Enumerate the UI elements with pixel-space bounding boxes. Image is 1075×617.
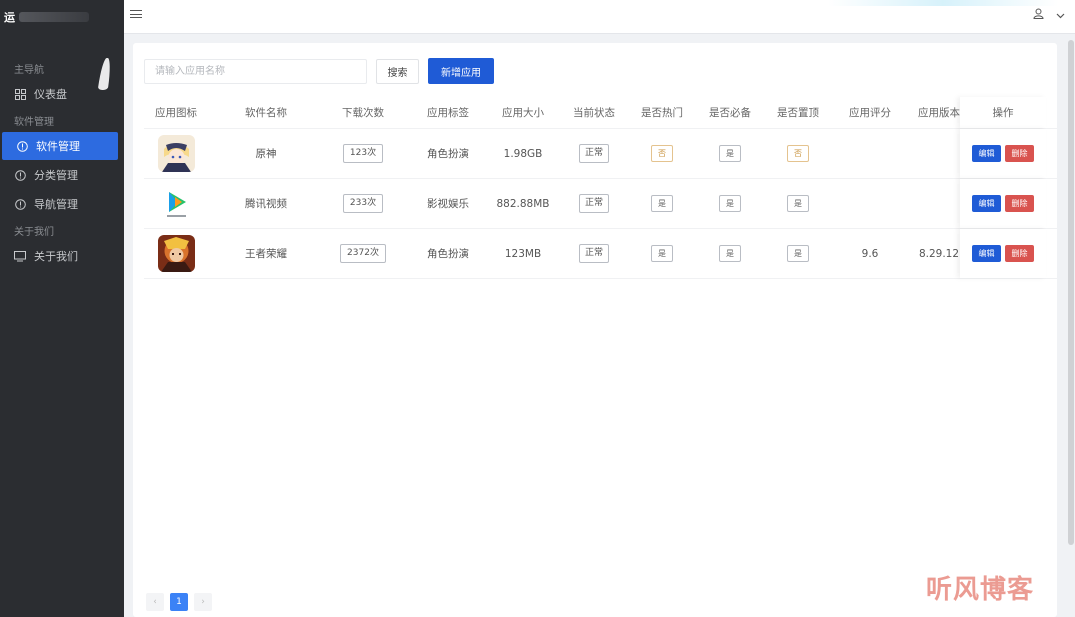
sidebar-item-label: 关于我们 [34, 250, 78, 263]
chevron-down-icon[interactable] [1056, 9, 1065, 22]
hot-flag: 否 [651, 145, 673, 162]
cell-size: 882.88MB [496, 197, 550, 210]
status-badge: 正常 [578, 194, 609, 213]
cell-size: 123MB [504, 247, 542, 260]
header-top: 是否置顶 [777, 107, 819, 119]
header-status: 当前状态 [573, 107, 615, 119]
header-tag: 应用标签 [427, 107, 469, 119]
hot-flag: 是 [651, 195, 673, 212]
edit-button[interactable]: 编辑 [972, 245, 1001, 262]
toolbar: 搜索 新增应用 [144, 58, 494, 84]
watermark: 听风博客 [926, 575, 1035, 605]
app-icon-honor-of-kings [157, 235, 195, 272]
header-must: 是否必备 [709, 107, 751, 119]
header-name: 软件名称 [245, 107, 287, 119]
search-button[interactable]: 搜索 [376, 58, 419, 84]
sidebar: 运 主导航 仪表盘 软件管理 软件管理 分类管理 导航管理 关于我们 关于我们 [0, 0, 124, 617]
downloads-badge: 233次 [342, 194, 384, 213]
top-glow-decoration [828, 0, 1058, 6]
cell-score [834, 129, 906, 178]
must-flag: 是 [719, 195, 741, 212]
sidebar-item-about[interactable]: 关于我们 [0, 242, 124, 270]
cell-name: 腾讯视频 [245, 198, 287, 210]
table-header-row: 应用图标 软件名称 下载次数 应用标签 应用大小 当前状态 是否热门 是否必备 … [144, 97, 1057, 129]
header-size: 应用大小 [502, 107, 544, 119]
page-scrollbar[interactable] [1068, 40, 1074, 545]
app-icon-tencent-video [157, 185, 195, 222]
cell-size: 1.98GB [503, 147, 543, 160]
header-downloads: 下载次数 [342, 107, 384, 119]
status-badge: 正常 [578, 144, 609, 163]
must-flag: 是 [719, 245, 741, 262]
user-menu[interactable] [1033, 8, 1065, 22]
table-row: 王者荣耀 2372次 角色扮演 123MB 正常 是 是 是 9.6 8.29.… [144, 229, 1057, 279]
sidebar-item-navigation[interactable]: 导航管理 [0, 190, 124, 218]
sidebar-item-label: 软件管理 [36, 140, 80, 153]
must-flag: 是 [719, 145, 741, 162]
hot-flag: 是 [651, 245, 673, 262]
sidebar-item-label: 分类管理 [34, 169, 78, 182]
app-icon-genshin [157, 135, 195, 172]
search-input[interactable] [144, 58, 367, 84]
header-score: 应用评分 [849, 107, 891, 119]
brand-title: 运 [4, 11, 15, 24]
add-app-button[interactable]: 新增应用 [428, 58, 494, 84]
table-row: 原神 123次 角色扮演 1.98GB 正常 否 是 否 编辑 删除 [144, 129, 1057, 179]
brand-blurred-name [19, 12, 89, 22]
main-content-card: 搜索 新增应用 应用图标 软件名称 下载次数 应用标签 应用大小 当前状态 是否… [133, 43, 1057, 617]
header-icon: 应用图标 [155, 107, 197, 119]
top-flag: 否 [787, 145, 809, 162]
cell-name: 王者荣耀 [245, 248, 287, 260]
delete-button[interactable]: 删除 [1005, 195, 1034, 212]
edit-button[interactable]: 编辑 [972, 145, 1001, 162]
edit-button[interactable]: 编辑 [972, 195, 1001, 212]
cell-score: 9.6 [861, 247, 879, 260]
grid-icon [14, 88, 26, 100]
cell-tag: 角色扮演 [427, 248, 469, 260]
top-flag: 是 [787, 245, 809, 262]
info-circle-icon [16, 140, 28, 152]
top-bar [124, 0, 1075, 34]
delete-button[interactable]: 删除 [1005, 145, 1034, 162]
menu-toggle-icon[interactable] [130, 8, 142, 20]
sidebar-group-about: 关于我们 [14, 226, 54, 238]
page-button-current[interactable]: 1 [170, 593, 188, 611]
header-hot: 是否热门 [641, 107, 683, 119]
pagination: ‹ 1 › [146, 593, 212, 611]
monitor-icon [14, 250, 26, 262]
cell-tag: 角色扮演 [427, 148, 469, 160]
brand-logo: 运 [0, 0, 124, 34]
prev-page-button[interactable]: ‹ [146, 593, 164, 611]
cell-tag: 影视娱乐 [427, 198, 469, 210]
top-flag: 是 [787, 195, 809, 212]
next-page-button[interactable]: › [194, 593, 212, 611]
sidebar-item-label: 导航管理 [34, 198, 78, 211]
apps-table: 应用图标 软件名称 下载次数 应用标签 应用大小 当前状态 是否热门 是否必备 … [144, 97, 1057, 279]
sidebar-item-software[interactable]: 软件管理 [2, 132, 118, 160]
table-row: 腾讯视频 233次 影视娱乐 882.88MB 正常 是 是 是 编辑 删除 [144, 179, 1057, 229]
sidebar-item-label: 仪表盘 [34, 88, 67, 101]
cell-score [834, 179, 906, 228]
cell-name: 原神 [255, 148, 277, 160]
user-icon[interactable] [1033, 8, 1044, 22]
info-circle-icon [14, 169, 26, 181]
sidebar-group-software: 软件管理 [14, 116, 54, 128]
info-circle-icon [14, 198, 26, 210]
downloads-badge: 2372次 [340, 244, 386, 263]
downloads-badge: 123次 [342, 144, 384, 163]
header-ops: 操作 [960, 97, 1046, 128]
sidebar-item-category[interactable]: 分类管理 [0, 161, 124, 189]
delete-button[interactable]: 删除 [1005, 245, 1034, 262]
status-badge: 正常 [578, 244, 609, 263]
